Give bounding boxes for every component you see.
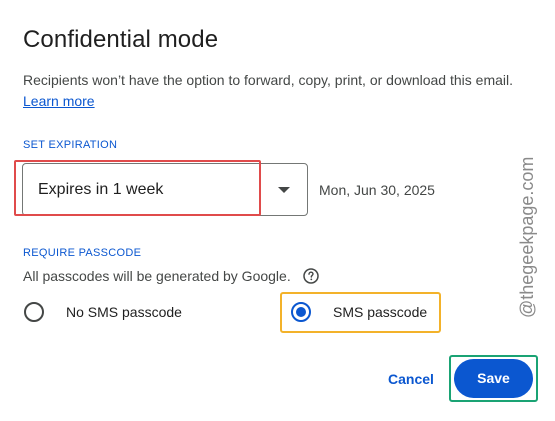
learn-more-link[interactable]: Learn more — [23, 93, 95, 109]
no-sms-passcode-radio[interactable] — [24, 302, 44, 322]
save-button[interactable]: Save — [454, 359, 533, 398]
dialog-title: Confidential mode — [23, 26, 219, 53]
set-expiration-label: SET EXPIRATION — [23, 139, 118, 151]
expiration-select-value: Expires in 1 week — [38, 181, 164, 198]
help-icon[interactable] — [303, 268, 319, 284]
cancel-button[interactable]: Cancel — [378, 361, 444, 397]
sms-passcode-label[interactable]: SMS passcode — [333, 304, 427, 320]
no-sms-passcode-label[interactable]: No SMS passcode — [66, 304, 182, 320]
expiration-date: Mon, Jun 30, 2025 — [319, 182, 435, 198]
dialog-description: Recipients won’t have the option to forw… — [23, 72, 513, 88]
confidential-mode-dialog: Confidential mode Recipients won’t have … — [0, 0, 555, 421]
radio-selected-dot — [296, 307, 306, 317]
sms-passcode-radio[interactable] — [291, 302, 311, 322]
watermark-text: @thegeekpage.com — [517, 157, 537, 318]
expiration-select[interactable]: Expires in 1 week — [22, 163, 308, 216]
watermark: @thegeekpage.com — [517, 157, 537, 318]
passcode-info-text: All passcodes will be generated by Googl… — [23, 268, 291, 284]
require-passcode-label: REQUIRE PASSCODE — [23, 247, 142, 259]
dropdown-arrow-icon — [278, 187, 290, 193]
